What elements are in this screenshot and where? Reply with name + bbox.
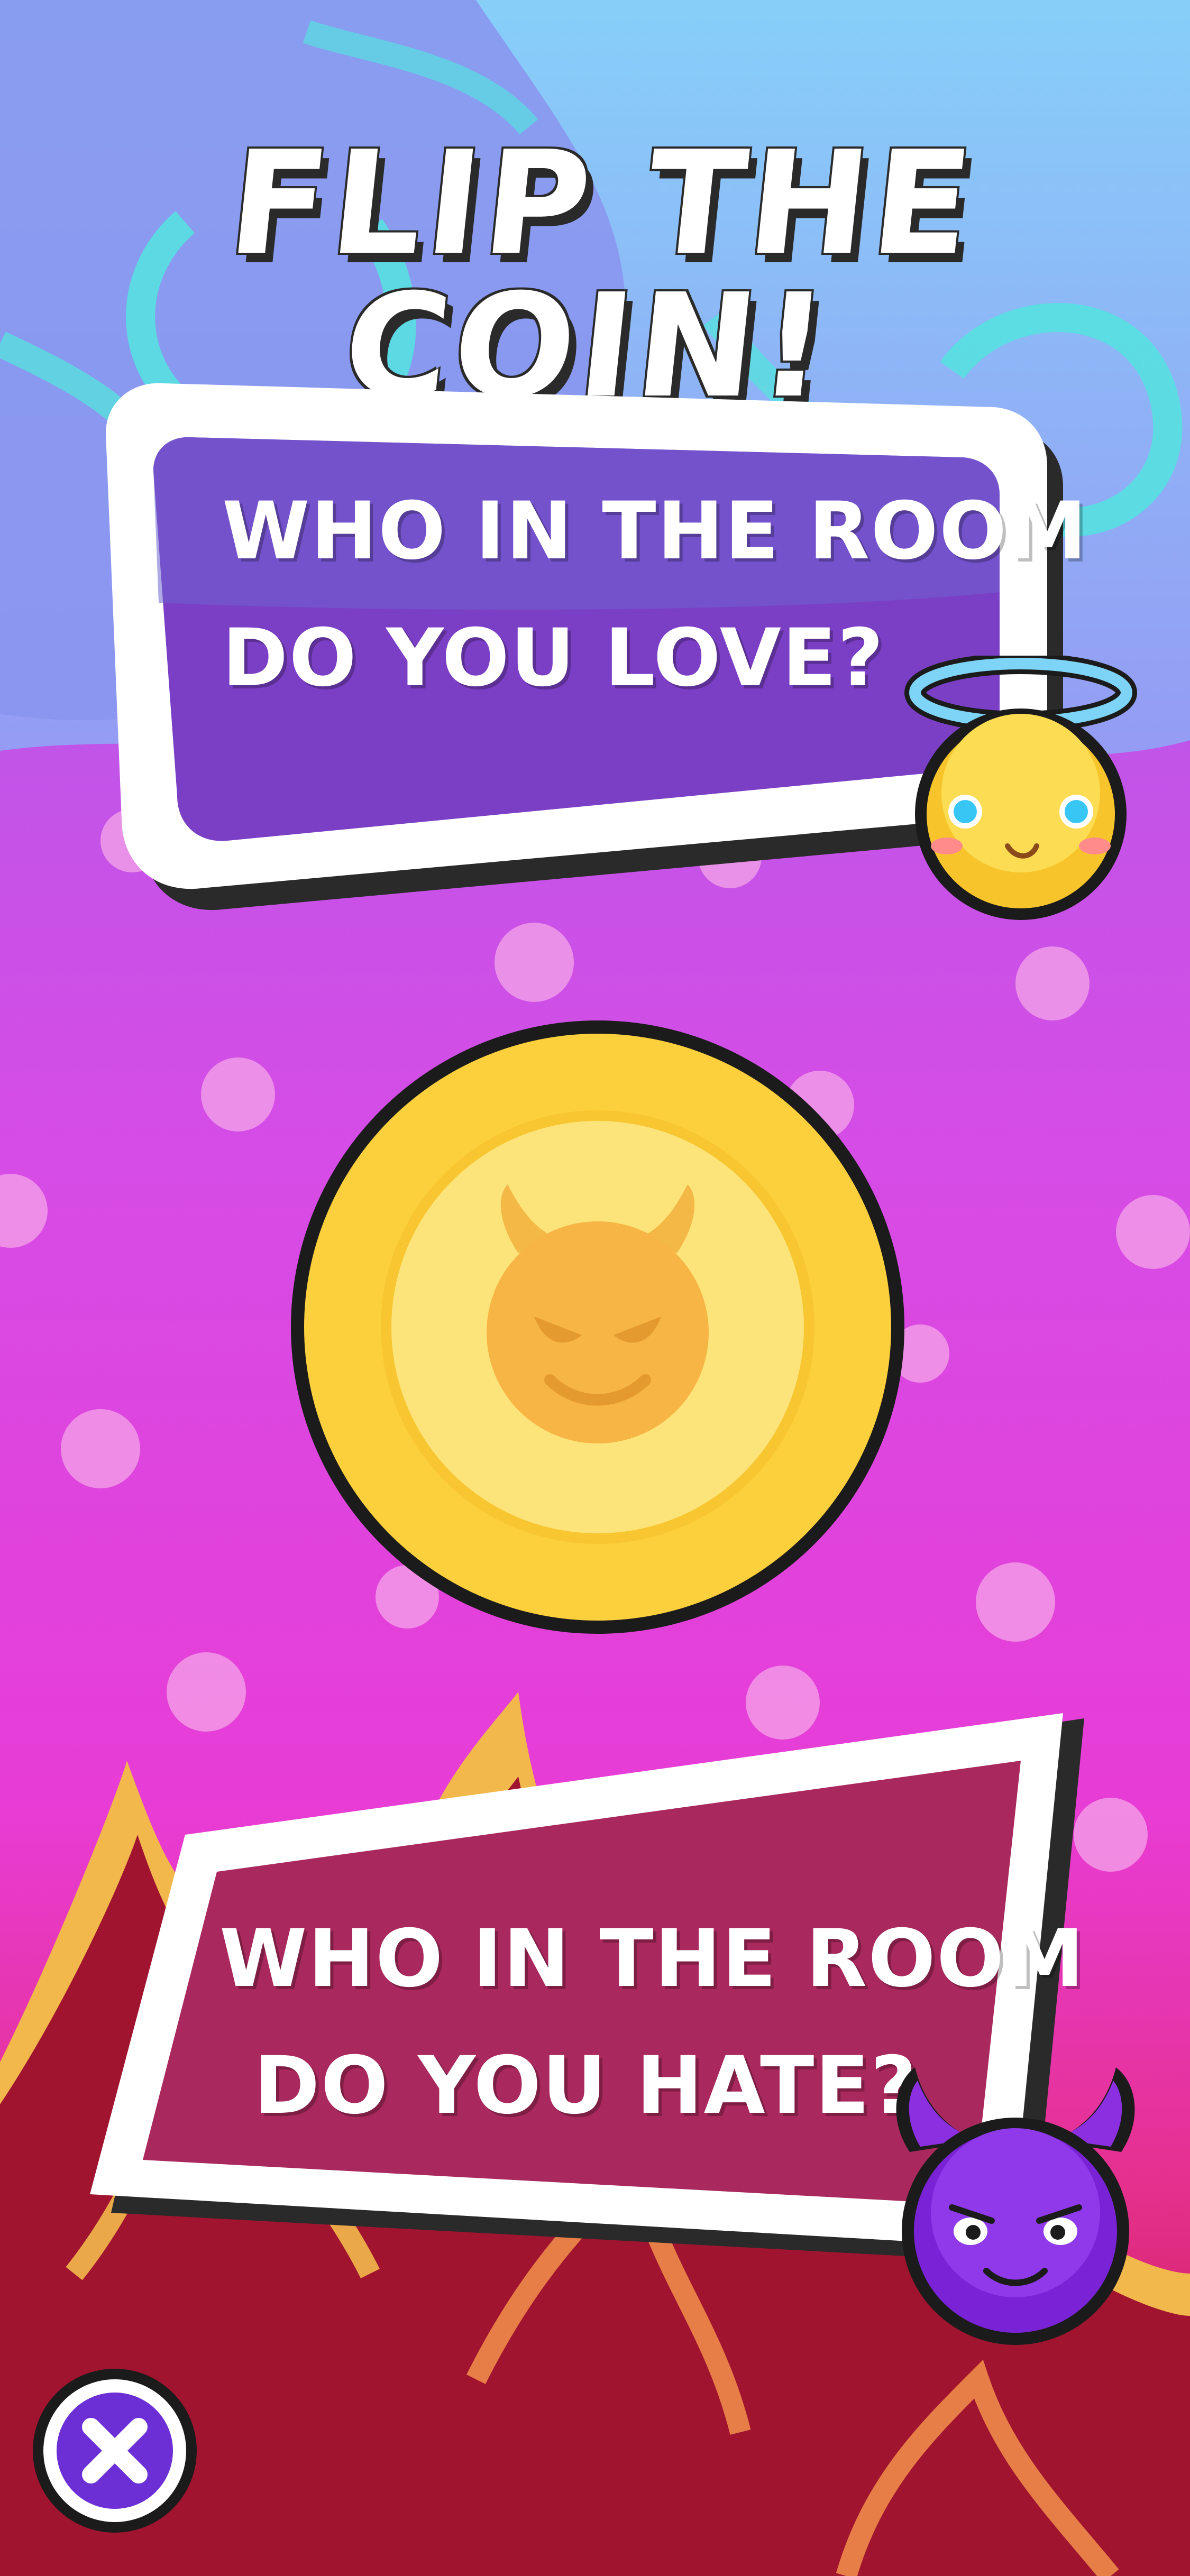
close-button-ring [43, 2379, 186, 2522]
hate-question-line1: WHO IN THE ROOM [219, 1913, 1085, 2005]
close-button[interactable] [33, 2369, 197, 2533]
devil-emoji-icon [878, 2062, 1153, 2358]
hate-question-line2: DO YOU HATE? [254, 2040, 918, 2132]
close-icon [72, 2408, 157, 2493]
love-question-line1: WHO IN THE ROOM [222, 485, 1088, 577]
angel-emoji-icon [878, 653, 1153, 931]
devil-face-icon [460, 1174, 735, 1449]
close-button-core [57, 2393, 173, 2509]
flip-coin[interactable] [286, 1015, 910, 1639]
love-question-line2: DO YOU LOVE? [222, 612, 885, 704]
